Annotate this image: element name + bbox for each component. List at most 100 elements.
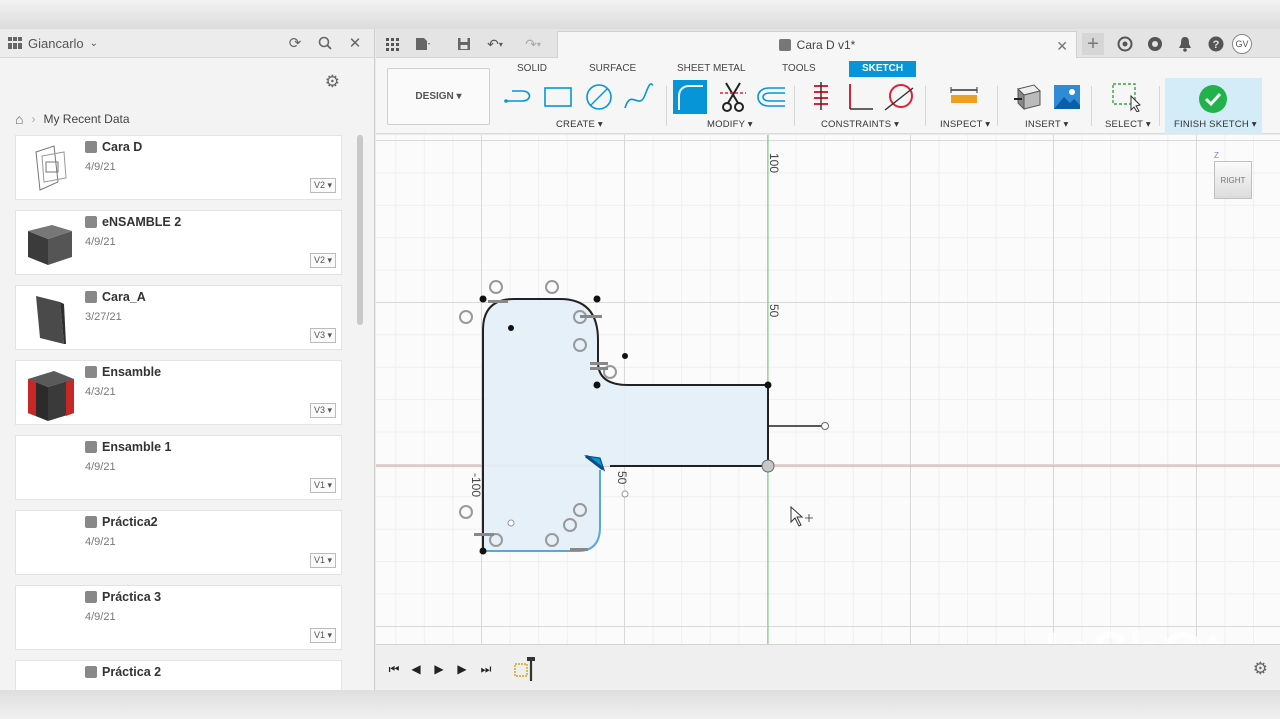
recent-data-list: Cara D 4/9/21 V2 ▾ eNSAMBLE 2 4/9/21 V2 … [15,135,342,690]
go-to-end-icon[interactable]: ⏭ [477,660,495,678]
item-name-text: Ensamble [102,365,162,379]
extensions-icon[interactable] [1114,33,1136,55]
team-selector[interactable]: Giancarlo ⌄ [8,36,98,51]
toolbar-separator [794,86,795,126]
list-item[interactable]: Ensamble 1 4/9/21 V1 ▾ [15,435,342,500]
panel-scrollbar[interactable] [357,135,363,325]
toolbar-separator [1091,86,1092,126]
item-name-text: Práctica2 [102,515,158,529]
item-name: Cara_A [85,290,146,304]
item-date: 4/9/21 [85,161,116,173]
save-icon[interactable] [453,33,475,55]
item-name: Ensamble 1 [85,440,171,454]
fillet-tool-icon[interactable] [673,80,707,114]
timeline-sketch-feature-icon[interactable] [512,656,538,682]
design-cube-icon [85,591,97,603]
constraints-menu[interactable]: CONSTRAINTS ▾ [821,119,899,130]
home-icon[interactable]: ⌂ [15,111,23,127]
trim-tool-icon[interactable] [716,80,750,114]
version-badge[interactable]: V2 ▾ [309,178,336,193]
list-item[interactable]: Práctica2 4/9/21 V1 ▾ [15,510,342,575]
item-date: 4/9/21 [85,236,116,248]
version-badge[interactable]: V3 ▾ [309,403,336,418]
perpendicular-constraint-icon[interactable] [842,80,876,114]
document-title: Cara D v1* [796,38,856,52]
sketch-profile [483,299,768,551]
design-cube-icon [778,39,791,51]
line-endpoint [821,422,829,430]
job-status-icon[interactable] [1144,33,1166,55]
list-item[interactable]: Cara D 4/9/21 V2 ▾ [15,135,342,200]
check-icon[interactable] [1196,82,1230,116]
insert-canvas-image-icon[interactable] [1050,80,1084,114]
list-item[interactable]: Práctica 3 4/9/21 V1 ▾ [15,585,342,650]
create-menu[interactable]: CREATE ▾ [556,119,603,130]
version-badge[interactable]: V1 ▾ [309,553,336,568]
tab-tools[interactable]: TOOLS [782,61,816,77]
close-icon[interactable]: ✕ [344,32,366,54]
inspect-menu[interactable]: INSPECT ▾ [940,119,990,130]
breadcrumb-current[interactable]: My Recent Data [43,112,129,126]
select-menu[interactable]: SELECT ▾ [1105,119,1151,130]
rectangle-tool-icon[interactable] [541,80,575,114]
circle-tool-icon[interactable] [582,80,616,114]
data-panel: Giancarlo ⌄ ⟳ ✕ ⚙ ⌂ › My Recent Data Car… [0,29,375,690]
insert-menu[interactable]: INSERT ▾ [1025,119,1069,130]
insert-derive-icon[interactable] [1010,80,1044,114]
step-back-icon[interactable]: ◀ [407,660,425,678]
sketch-canvas[interactable]: 100 50 -100 50 RIGHT Z InShOt [376,135,1280,644]
go-to-start-icon[interactable]: ⏮ [385,660,403,678]
line-tool-icon[interactable] [502,80,536,114]
new-tab-icon[interactable]: + [1082,33,1104,55]
help-icon[interactable]: ? [1205,33,1227,55]
list-item[interactable]: Cara_A 3/27/21 V3 ▾ [15,285,342,350]
play-icon[interactable]: ▶ [430,660,448,678]
version-badge[interactable]: V2 ▾ [309,253,336,268]
version-badge[interactable]: V1 ▾ [309,478,336,493]
panel-settings-row: ⚙ [0,58,374,102]
list-item[interactable]: Ensamble 4/3/21 V3 ▾ [15,360,342,425]
document-tab[interactable]: Cara D v1* ✕ [557,31,1077,58]
item-name-text: Práctica 3 [102,590,162,604]
tab-sketch[interactable]: SKETCH [849,61,917,77]
viewcube-z-axis-icon: Z [1214,151,1219,160]
notifications-icon[interactable] [1174,33,1196,55]
tab-solid[interactable]: SOLID [517,61,547,77]
item-date: 4/9/21 [85,611,116,623]
timeline-settings-gear-icon[interactable]: ⚙ [1253,659,1268,679]
list-item[interactable]: Práctica 2 [15,660,342,690]
app-grid-icon[interactable] [381,33,403,55]
item-date: 4/9/21 [85,461,116,473]
list-item[interactable]: eNSAMBLE 2 4/9/21 V2 ▾ [15,210,342,275]
step-forward-icon[interactable]: ▶ [453,660,471,678]
offset-tool-icon[interactable] [754,80,788,114]
finish-sketch-menu[interactable]: FINISH SKETCH ▾ [1174,119,1257,130]
select-tool-icon[interactable] [1109,80,1143,114]
item-name-text: Ensamble 1 [102,440,172,454]
tangent-constraint-icon[interactable] [882,80,916,114]
origin-point [761,459,775,473]
search-icon[interactable] [314,32,336,54]
design-cube-icon [85,441,97,453]
close-tab-icon[interactable]: ✕ [1056,38,1068,55]
gear-icon[interactable]: ⚙ [325,72,340,92]
mouse-cursor [790,505,804,527]
version-badge[interactable]: V1 ▾ [309,628,336,643]
axis-label-100: 100 [767,153,781,174]
refresh-icon[interactable]: ⟳ [284,32,306,54]
tab-sheet-metal[interactable]: SHEET METAL [677,61,746,77]
undo-icon[interactable]: ↶ ▾ [484,33,506,55]
coincident-constraint-icon[interactable] [804,80,838,114]
modify-menu[interactable]: MODIFY ▾ [707,119,753,130]
measure-tool-icon[interactable] [947,80,981,114]
spline-tool-icon[interactable] [622,80,656,114]
bottom-blur-band [0,690,1280,719]
workspace-switcher[interactable]: DESIGN ▾ [387,68,490,125]
view-cube[interactable]: RIGHT [1214,161,1252,199]
tab-surface[interactable]: SURFACE [589,61,636,77]
avatar[interactable]: GV [1232,34,1252,54]
file-menu-icon[interactable] [412,33,434,55]
version-badge[interactable]: V3 ▾ [309,328,336,343]
redo-icon[interactable]: ↷ ▾ [522,33,544,55]
item-name: Práctica 3 [85,590,161,604]
